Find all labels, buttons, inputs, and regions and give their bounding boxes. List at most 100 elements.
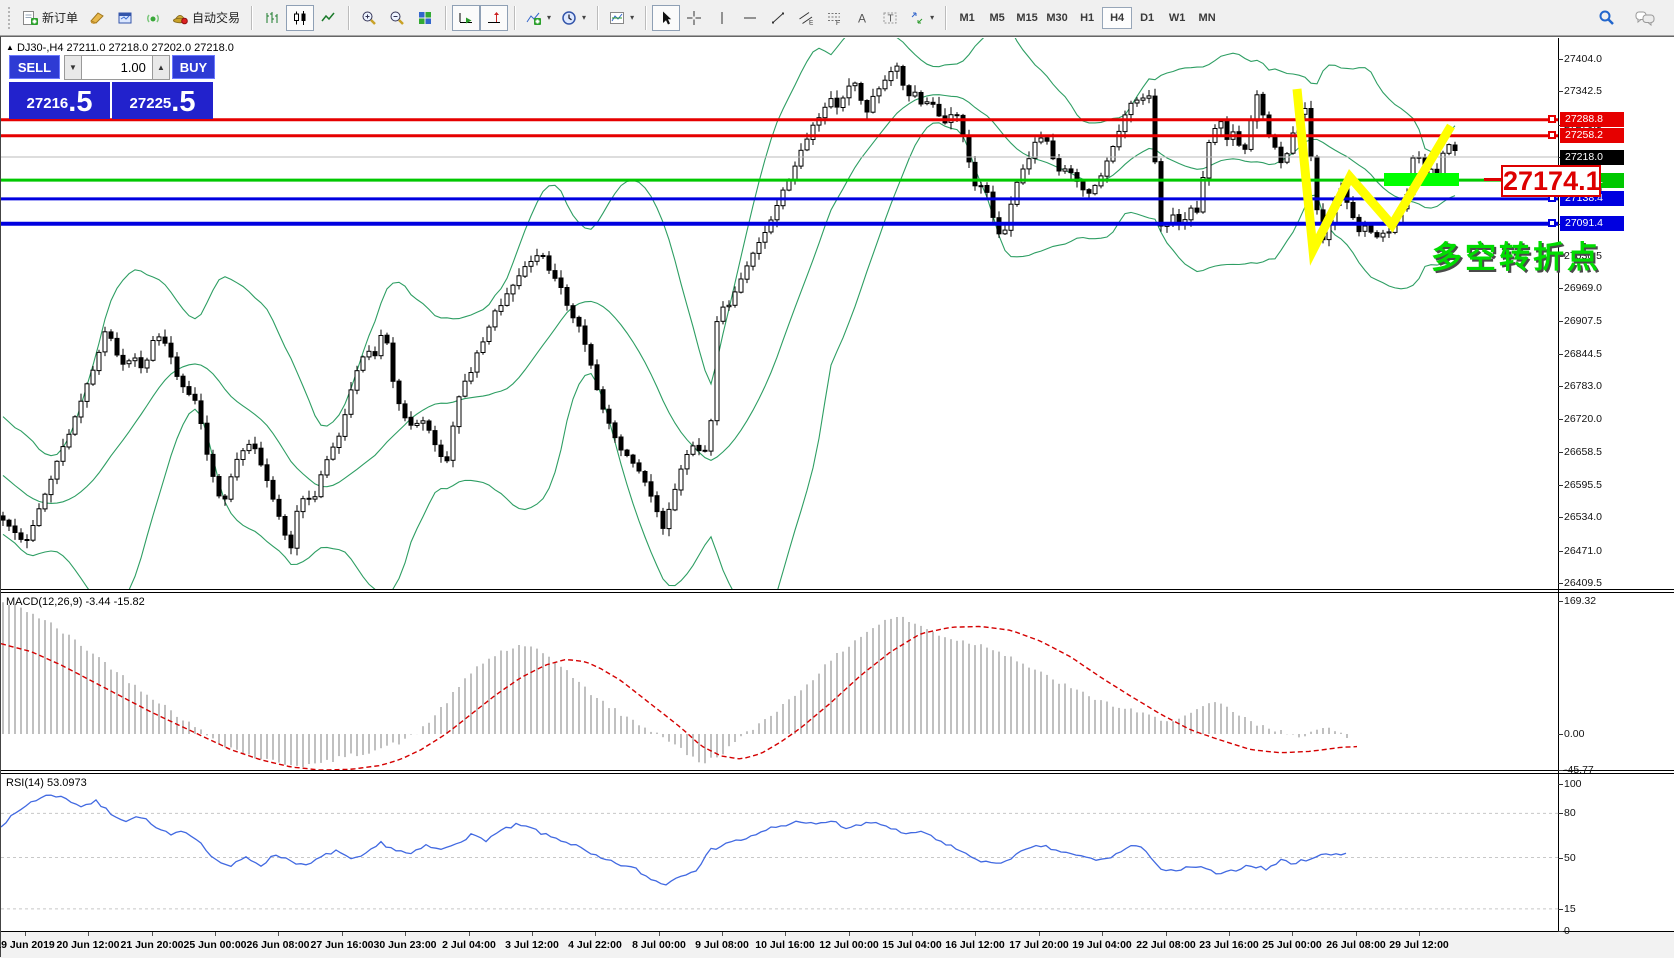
timeframe-h4[interactable]: H4	[1102, 7, 1132, 29]
macd-label: MACD(12,26,9) -3.44 -15.82	[6, 596, 145, 608]
indicators-button[interactable]: ▾	[521, 5, 556, 31]
svg-text:A: A	[858, 11, 866, 25]
symbol-expander-icon[interactable]: ▲	[6, 43, 14, 52]
time-tick-mark	[1039, 932, 1040, 936]
rsi-tick-mark	[1558, 813, 1563, 814]
turning-point-note[interactable]: 多空转折点	[1431, 232, 1601, 277]
tile-windows-button[interactable]	[411, 5, 439, 31]
time-tick-mark	[912, 932, 913, 936]
sell-button[interactable]: SELL	[9, 55, 60, 79]
price-tick-label: 26720.0	[1564, 413, 1602, 425]
time-tick-label: 17 Jul 20:00	[1009, 939, 1069, 951]
autotrading-button[interactable]: 自动交易	[167, 5, 245, 31]
price-tick-mark	[1558, 583, 1563, 584]
time-tick-label: 23 Jul 16:00	[1199, 939, 1259, 951]
price-tick-mark	[1558, 419, 1563, 420]
price-tick-label: 26409.5	[1564, 577, 1602, 589]
price-tag: 27091.4	[1560, 216, 1624, 231]
volume-decrease-button[interactable]: ▼	[64, 55, 82, 80]
fibonacci-icon: F	[826, 10, 842, 26]
timeframe-d1[interactable]: D1	[1132, 7, 1162, 29]
time-tick-mark	[25, 932, 26, 936]
time-axis[interactable]: 19 Jun 201920 Jun 12:0021 Jun 20:0025 Ju…	[1, 932, 1674, 958]
price-tick-label: 26658.5	[1564, 446, 1602, 458]
horizontal-line-tool-button[interactable]	[736, 5, 764, 31]
crosshair-tool-button[interactable]	[680, 5, 708, 31]
line-chart-button[interactable]	[314, 5, 342, 31]
sell-price-box[interactable]: 27216 .5	[9, 82, 110, 119]
buy-price-box[interactable]: 27225 .5	[112, 82, 213, 119]
indicators-icon	[526, 10, 542, 26]
rsi-tick-mark	[1558, 909, 1563, 910]
timeframe-m30[interactable]: M30	[1042, 7, 1072, 29]
zoom-in-button[interactable]	[355, 5, 383, 31]
new-order-button[interactable]: 新订单	[17, 5, 83, 31]
equidistant-channel-icon: E	[798, 10, 814, 26]
timeframe-m15[interactable]: M15	[1012, 7, 1042, 29]
signal-icon	[145, 10, 161, 26]
price-chart-canvas[interactable]	[1, 38, 1558, 589]
price-tick-label: 26595.5	[1564, 479, 1602, 491]
time-tick-mark	[1102, 932, 1103, 936]
price-chart-pane[interactable]: ▲ DJ30-,H4 27211.0 27218.0 27202.0 27218…	[1, 38, 1674, 589]
templates-button[interactable]: ▾	[604, 5, 639, 31]
level-line-anchor[interactable]	[1548, 131, 1556, 139]
channel-tool-button[interactable]: E	[792, 5, 820, 31]
price-level-callout[interactable]: 27174.1	[1501, 165, 1601, 197]
cursor-tool-button[interactable]	[652, 5, 680, 31]
level-line-anchor[interactable]	[1548, 115, 1556, 123]
arrows-tool-button[interactable]: ▾	[904, 5, 939, 31]
text-tool-button[interactable]: A	[848, 5, 876, 31]
data-window-button[interactable]	[111, 5, 139, 31]
vertical-line-tool-button[interactable]	[708, 5, 736, 31]
auto-scroll-button[interactable]	[452, 5, 480, 31]
search-button[interactable]	[1592, 5, 1620, 31]
level-line-anchor[interactable]	[1548, 219, 1556, 227]
dropdown-caret: ▾	[582, 13, 586, 22]
new-order-label: 新订单	[42, 9, 78, 26]
time-tick-mark	[152, 932, 153, 936]
bar-chart-button[interactable]	[258, 5, 286, 31]
price-tick-label: 26969.0	[1564, 282, 1602, 294]
svg-text:T: T	[888, 13, 894, 24]
auto-scroll-icon	[458, 10, 474, 26]
price-tick-label: 26783.0	[1564, 380, 1602, 392]
chart-shift-button[interactable]	[480, 5, 508, 31]
time-tick-mark	[785, 932, 786, 936]
volume-input[interactable]: 1.00	[82, 55, 152, 80]
timeframe-mn[interactable]: MN	[1192, 7, 1222, 29]
buy-button[interactable]: BUY	[172, 55, 215, 79]
time-tick-mark	[469, 932, 470, 936]
text-label-tool-button[interactable]: T	[876, 5, 904, 31]
time-tick-label: 27 Jun 16:00	[310, 939, 373, 951]
volume-increase-button[interactable]: ▲	[152, 55, 170, 80]
crosshair-icon	[686, 10, 702, 26]
timeframe-w1[interactable]: W1	[1162, 7, 1192, 29]
highlighter-icon	[89, 10, 105, 26]
periods-button[interactable]: ▾	[556, 5, 591, 31]
signals-button[interactable]	[139, 5, 167, 31]
toolbar-separator	[514, 6, 515, 30]
timeframe-m5[interactable]: M5	[982, 7, 1012, 29]
rsi-tick-mark	[1558, 858, 1563, 859]
market-watch-button[interactable]	[83, 5, 111, 31]
macd-tick-label: 169.32	[1564, 595, 1596, 607]
trendline-tool-button[interactable]	[764, 5, 792, 31]
time-tick-label: 2 Jul 04:00	[442, 939, 496, 951]
price-tag: 27218.0	[1560, 150, 1624, 165]
timeframe-h1[interactable]: H1	[1072, 7, 1102, 29]
time-tick-mark	[278, 932, 279, 936]
time-tick-mark	[659, 932, 660, 936]
chat-button[interactable]	[1630, 5, 1660, 31]
time-tick-mark	[532, 932, 533, 936]
time-tick-label: 29 Jul 12:00	[1389, 939, 1449, 951]
one-click-trade-panel: SELL ▼ 1.00 ▲ BUY 27216 .5 27225 .5	[9, 54, 215, 119]
timeframe-m1[interactable]: M1	[952, 7, 982, 29]
macd-tick-mark	[1558, 601, 1563, 602]
candlestick-chart-button[interactable]	[286, 5, 314, 31]
time-tick-label: 9 Jul 08:00	[695, 939, 749, 951]
fibonacci-tool-button[interactable]: F	[820, 5, 848, 31]
rsi-tick-label: 50	[1564, 852, 1576, 864]
price-tick-mark	[1558, 321, 1563, 322]
zoom-out-button[interactable]	[383, 5, 411, 31]
